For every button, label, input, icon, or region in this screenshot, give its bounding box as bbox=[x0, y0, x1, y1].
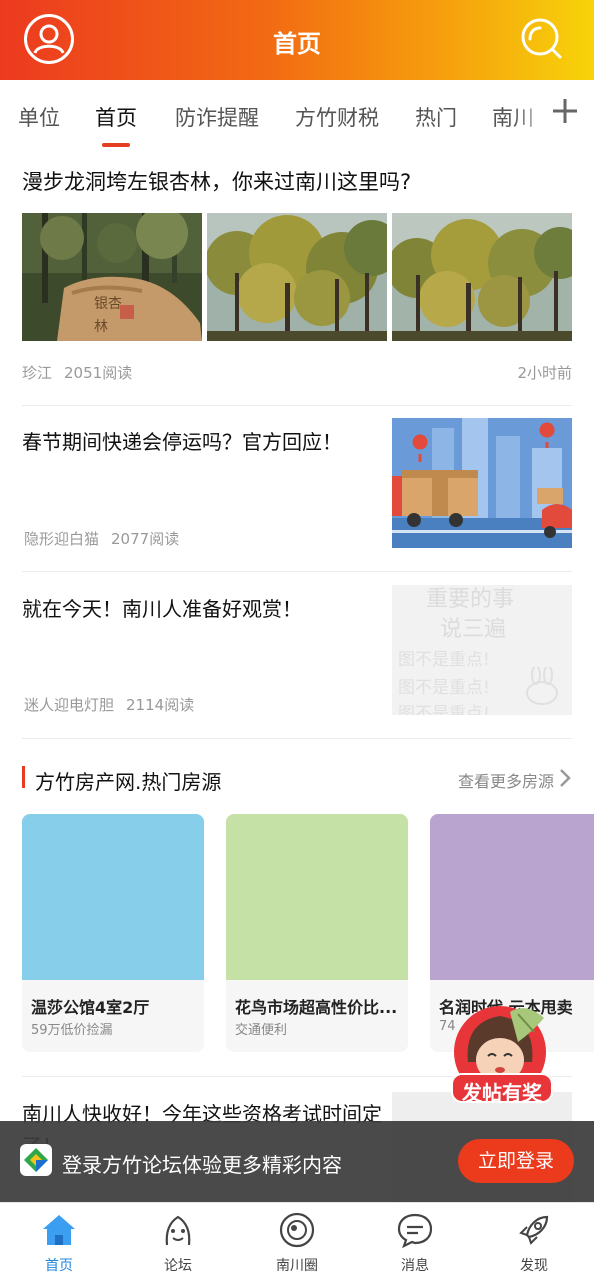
article-photo-ginkgo-1[interactable] bbox=[207, 213, 387, 341]
article-meta: 迷人迎电灯胆 2114阅读 bbox=[24, 694, 194, 715]
nav-label: 发现 bbox=[520, 1258, 548, 1274]
message-icon bbox=[397, 1213, 433, 1249]
house-card-image bbox=[430, 814, 594, 980]
view-more-link[interactable]: 查看更多房源 bbox=[458, 768, 554, 792]
meme-text: 图不是重点! bbox=[398, 678, 490, 698]
nav-label: 消息 bbox=[401, 1258, 429, 1274]
tab-fangzhu-tax[interactable]: 方竹财税 bbox=[295, 102, 379, 132]
login-banner: 登录方竹论坛体验更多精彩内容 立即登录 bbox=[0, 1121, 594, 1202]
tab-hot[interactable]: 热门 bbox=[415, 102, 457, 132]
section-accent-bar bbox=[22, 766, 25, 788]
rocket-icon bbox=[519, 1215, 549, 1245]
tab-fraud-alert[interactable]: 防诈提醒 bbox=[175, 102, 259, 132]
top-bar: 首页 bbox=[0, 0, 594, 80]
article-title[interactable]: 春节期间快递会停运吗？官方回应！ bbox=[22, 426, 342, 455]
house-card-title: 温莎公馆4室2厅 bbox=[31, 998, 150, 1017]
nav-item-forum[interactable]: 论坛 bbox=[138, 1209, 218, 1279]
channel-tabs: 单位 首页 防诈提醒 方竹财税 热门 南川 bbox=[0, 80, 594, 150]
article-author: 迷人迎电灯胆 bbox=[24, 696, 115, 714]
home-icon bbox=[43, 1215, 75, 1245]
article-reads: 2077阅读 bbox=[111, 530, 180, 548]
divider bbox=[22, 405, 572, 406]
article-title[interactable]: 就在今天！南川人准备好观赏！ bbox=[22, 593, 302, 622]
nav-item-home[interactable]: 首页 bbox=[19, 1209, 99, 1279]
badge-text: 发帖有奖 bbox=[462, 1081, 542, 1105]
nav-label: 南川圈 bbox=[276, 1258, 318, 1274]
house-card-subtitle: 交通便利 bbox=[235, 1023, 288, 1038]
house-card-title: 花鸟市场超高性价比... bbox=[235, 998, 398, 1017]
tab-unit[interactable]: 单位 bbox=[18, 102, 60, 132]
article-photo-ginkgo-2[interactable] bbox=[392, 213, 572, 341]
house-card[interactable]: 花鸟市场超高性价比... 交通便利 bbox=[226, 814, 408, 1052]
article-photo-stone[interactable]: 银杏 林 bbox=[22, 213, 202, 341]
article-thumb-meme[interactable]: 重要的事 说三遍 图不是重点! 图不是重点! 图不是重点! bbox=[392, 585, 572, 715]
page-title: 首页 bbox=[273, 30, 321, 58]
divider bbox=[22, 571, 572, 572]
login-button[interactable]: 立即登录 bbox=[458, 1139, 574, 1183]
nav-label: 首页 bbox=[45, 1258, 73, 1274]
bunny-icon bbox=[526, 667, 558, 705]
house-card-image bbox=[226, 814, 408, 980]
article-thumb-delivery[interactable] bbox=[392, 418, 572, 548]
search-icon[interactable] bbox=[520, 17, 564, 61]
section-title: 方竹房产网.热门房源 bbox=[35, 770, 222, 794]
article-reads: 2051阅读 bbox=[64, 364, 133, 382]
bottom-nav: 首页 论坛 南川圈 消息 发现 bbox=[0, 1202, 594, 1280]
post-reward-badge[interactable]: 发帖有奖 bbox=[448, 1002, 556, 1106]
house-card-image bbox=[22, 814, 204, 980]
forum-icon bbox=[165, 1215, 191, 1246]
meme-text: 重要的事 bbox=[426, 587, 515, 612]
svg-text:银杏: 银杏 bbox=[94, 296, 122, 312]
divider bbox=[22, 738, 572, 739]
nav-item-discover[interactable]: 发现 bbox=[494, 1209, 574, 1279]
circle-icon bbox=[279, 1212, 315, 1248]
house-card-subtitle: 59万低价捡漏 bbox=[31, 1023, 113, 1038]
article-meta: 隐形迎白猫 2077阅读 bbox=[24, 528, 179, 549]
nav-item-nanchuan-circle[interactable]: 南川圈 bbox=[257, 1209, 337, 1279]
article-reads: 2114阅读 bbox=[126, 696, 195, 714]
forum-logo bbox=[20, 1144, 52, 1176]
meme-text: 图不是重点! bbox=[398, 650, 490, 670]
article-author: 珍江 bbox=[22, 364, 53, 382]
meme-text: 图不是重点! bbox=[398, 704, 490, 715]
house-card[interactable]: 温莎公馆4室2厅 59万低价捡漏 bbox=[22, 814, 204, 1052]
chevron-right-icon[interactable] bbox=[558, 767, 572, 789]
article-meta: 珍江 2051阅读 bbox=[22, 362, 132, 383]
article-author: 隐形迎白猫 bbox=[24, 530, 100, 548]
login-prompt-text: 登录方竹论坛体验更多精彩内容 bbox=[62, 1153, 342, 1177]
nav-label: 论坛 bbox=[164, 1258, 192, 1274]
svg-text:林: 林 bbox=[94, 319, 108, 335]
article-title[interactable]: 漫步龙洞垮左银杏林，你来过南川这里吗? bbox=[22, 166, 411, 196]
plus-icon[interactable] bbox=[550, 96, 580, 126]
nav-item-messages[interactable]: 消息 bbox=[375, 1209, 455, 1279]
active-tab-indicator bbox=[102, 143, 130, 147]
tab-home[interactable]: 首页 bbox=[95, 102, 137, 132]
tabs-fade bbox=[514, 90, 554, 140]
article-time: 2小时前 bbox=[517, 364, 572, 382]
meme-text: 说三遍 bbox=[440, 617, 507, 642]
